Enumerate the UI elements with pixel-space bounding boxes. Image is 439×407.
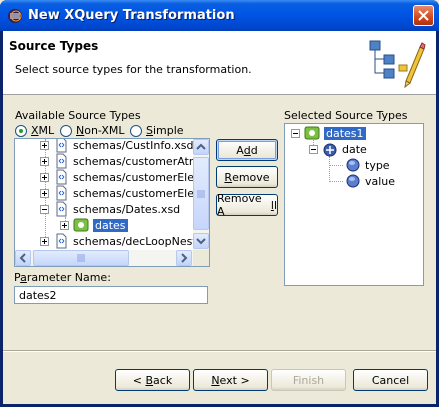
element-icon [323, 143, 337, 157]
remove-button[interactable]: Remove [216, 166, 278, 188]
scroll-up-button[interactable] [193, 139, 209, 155]
collapse-toggle[interactable] [291, 128, 300, 138]
parameter-name-label: Parameter Name: [14, 271, 111, 284]
tree-root-dates1[interactable]: dates1 [291, 125, 366, 141]
xml-schema-icon [56, 185, 67, 201]
vertical-scrollbar[interactable] [193, 139, 209, 250]
xml-schema-icon [56, 233, 67, 249]
xml-schema-icon [56, 139, 67, 153]
scroll-left-button[interactable] [15, 250, 31, 266]
add-button[interactable]: Add [216, 139, 278, 161]
tree-item[interactable]: schemas/customerAtr.x [40, 153, 202, 169]
xml-schema-icon [56, 153, 67, 169]
radio-simple-indicator[interactable] [130, 124, 142, 137]
selected-types-tree[interactable]: dates1 date type value [284, 123, 424, 286]
tree-attribute-type[interactable]: type [345, 157, 390, 173]
radio-non-xml-indicator[interactable] [60, 124, 72, 137]
scroll-right-button[interactable] [176, 250, 192, 266]
collapse-toggle[interactable] [40, 204, 49, 214]
expand-toggle[interactable] [40, 188, 49, 198]
title-bar[interactable]: New XQuery Transformation [0, 0, 439, 31]
chevron-down-icon [196, 238, 206, 245]
scroll-thumb[interactable] [33, 250, 129, 266]
tree-item[interactable]: schemas/CustInfo.xsd [40, 139, 193, 153]
attribute-icon [346, 174, 360, 188]
close-icon [418, 10, 429, 21]
element-icon [73, 218, 89, 232]
dialog-content: Source Types Select source types for the… [3, 31, 436, 404]
available-types-label: Available Source Types [15, 109, 141, 122]
radio-xml[interactable]: XML [15, 124, 54, 137]
cancel-button[interactable]: Cancel [353, 369, 428, 391]
xml-schema-icon [56, 201, 67, 217]
expand-toggle[interactable] [40, 236, 49, 246]
available-types-tree[interactable]: schemas/CustInfo.xsd schemas/customerAtr… [14, 138, 210, 267]
grip-icon [197, 190, 205, 197]
scroll-corner [193, 250, 209, 266]
attribute-icon [346, 158, 360, 172]
tree-item[interactable]: schemas/customerEle.x: [40, 169, 208, 185]
scroll-down-button[interactable] [193, 233, 209, 249]
wizard-banner: Source Types Select source types for the… [3, 31, 436, 95]
footer-separator [3, 350, 436, 352]
expand-toggle[interactable] [40, 172, 49, 182]
dialog-window: New XQuery Transformation Source Types S… [0, 0, 439, 407]
chevron-left-icon [19, 253, 26, 263]
radio-simple[interactable]: Simple [130, 124, 184, 137]
chevron-right-icon [181, 253, 188, 263]
tree-element-date[interactable]: date [309, 141, 367, 157]
back-button[interactable]: < Back [115, 369, 190, 391]
remove-all-button[interactable]: Remove All [216, 192, 278, 218]
grip-icon [77, 254, 85, 262]
tree-attribute-value[interactable]: value [345, 173, 395, 189]
radio-xml-indicator[interactable] [15, 124, 27, 137]
next-button[interactable]: Next > [193, 369, 268, 391]
expand-toggle[interactable] [40, 140, 49, 150]
expand-toggle[interactable] [40, 156, 49, 166]
collapse-toggle[interactable] [309, 144, 318, 154]
horizontal-scrollbar[interactable] [15, 250, 193, 266]
tree-item-dates[interactable]: dates [60, 217, 128, 233]
tree-item[interactable]: schemas/decLoopNestIn [40, 233, 207, 249]
radio-non-xml[interactable]: Non-XML [60, 124, 125, 137]
finish-button[interactable]: Finish [271, 369, 346, 391]
close-button[interactable] [413, 5, 434, 26]
tree-item[interactable]: schemas/Dates.xsd [40, 201, 180, 217]
element-icon [304, 126, 320, 140]
window-title: New XQuery Transformation [28, 8, 235, 23]
parameter-name-input[interactable]: dates2 [14, 286, 208, 304]
selected-types-label: Selected Source Types [284, 109, 408, 122]
eclipse-icon [8, 9, 22, 23]
chevron-up-icon [196, 143, 206, 150]
wizard-pencil-icon [369, 40, 426, 89]
tree-item[interactable]: schemas/customerEle1.: [40, 185, 208, 201]
page-description: Select source types for the transformati… [15, 63, 252, 76]
scroll-thumb[interactable] [193, 157, 209, 230]
expand-toggle[interactable] [60, 220, 69, 230]
page-title: Source Types [9, 39, 99, 53]
xml-schema-icon [56, 169, 67, 185]
